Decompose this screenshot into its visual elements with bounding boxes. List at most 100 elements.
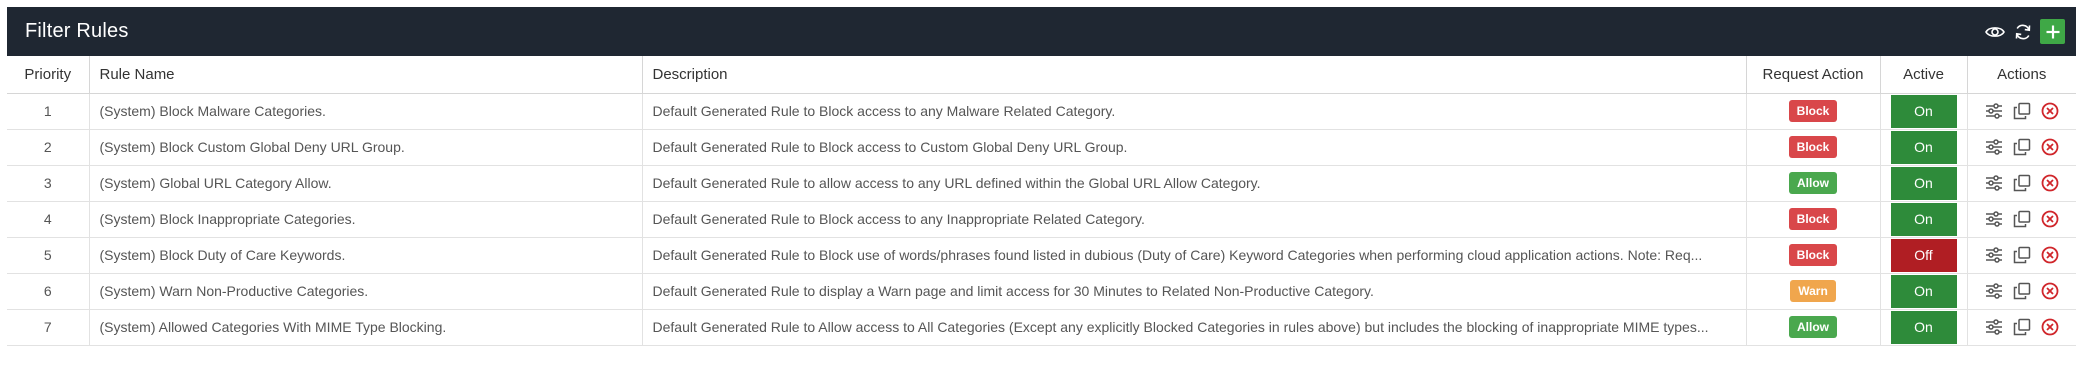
active-toggle[interactable]: On	[1890, 274, 1957, 308]
rule-description: Default Generated Rule to Block access t…	[642, 129, 1747, 166]
rule-description: Default Generated Rule to display a Warn…	[642, 273, 1747, 310]
table-row[interactable]: 7 (System) Allowed Categories With MIME …	[7, 309, 2076, 346]
table-row[interactable]: 3 (System) Global URL Category Allow. De…	[7, 165, 2076, 202]
rule-priority: 2	[7, 129, 90, 166]
table-row[interactable]: 2 (System) Block Custom Global Deny URL …	[7, 129, 2076, 166]
rule-priority: 1	[7, 93, 90, 130]
header-tools	[1984, 19, 2065, 44]
refresh-icon[interactable]	[2012, 21, 2034, 43]
copy-icon[interactable]	[2011, 316, 2033, 338]
active-toggle[interactable]: On	[1890, 130, 1957, 164]
rule-priority: 7	[7, 309, 90, 346]
request-action-badge: Block	[1788, 244, 1838, 266]
rule-name[interactable]: (System) Block Duty of Care Keywords.	[89, 237, 643, 274]
active-toggle[interactable]: On	[1890, 166, 1957, 200]
request-action-cell: Allow	[1746, 309, 1881, 346]
column-header-priority[interactable]: Priority	[7, 56, 90, 94]
rule-name[interactable]: (System) Warn Non-Productive Categories.	[89, 273, 643, 310]
active-toggle[interactable]: On	[1890, 94, 1957, 128]
delete-icon[interactable]	[2039, 100, 2061, 122]
active-toggle[interactable]: Off	[1890, 238, 1957, 272]
rule-description: Default Generated Rule to Allow access t…	[642, 309, 1747, 346]
column-header-description[interactable]: Description	[642, 56, 1747, 94]
rule-description: Default Generated Rule to allow access t…	[642, 165, 1747, 202]
request-action-badge: Allow	[1789, 316, 1837, 338]
copy-icon[interactable]	[2011, 172, 2033, 194]
sliders-icon[interactable]	[1983, 136, 2005, 158]
row-actions	[1967, 165, 2076, 202]
eye-icon[interactable]	[1984, 21, 2006, 43]
plus-icon	[2046, 25, 2059, 38]
column-header-active[interactable]: Active	[1880, 56, 1968, 94]
request-action-badge: Allow	[1789, 172, 1837, 194]
row-actions	[1967, 93, 2076, 130]
delete-icon[interactable]	[2039, 136, 2061, 158]
request-action-cell: Block	[1746, 201, 1881, 238]
request-action-cell: Block	[1746, 237, 1881, 274]
panel-title: Filter Rules	[25, 20, 129, 42]
delete-icon[interactable]	[2039, 244, 2061, 266]
active-cell: Off	[1880, 237, 1968, 274]
copy-icon[interactable]	[2011, 136, 2033, 158]
rules-table: Priority Rule Name Description Request A…	[7, 56, 2076, 346]
row-actions	[1967, 201, 2076, 238]
active-toggle[interactable]: On	[1890, 310, 1957, 344]
rule-name[interactable]: (System) Allowed Categories With MIME Ty…	[89, 309, 643, 346]
rule-name[interactable]: (System) Block Inappropriate Categories.	[89, 201, 643, 238]
rule-name[interactable]: (System) Block Custom Global Deny URL Gr…	[89, 129, 643, 166]
active-toggle[interactable]: On	[1890, 202, 1957, 236]
row-actions	[1967, 309, 2076, 346]
sliders-icon[interactable]	[1983, 244, 2005, 266]
column-header-actions: Actions	[1967, 56, 2076, 94]
active-cell: On	[1880, 309, 1968, 346]
copy-icon[interactable]	[2011, 280, 2033, 302]
request-action-cell: Warn	[1746, 273, 1881, 310]
delete-icon[interactable]	[2039, 208, 2061, 230]
rule-priority: 6	[7, 273, 90, 310]
rule-priority: 3	[7, 165, 90, 202]
rule-priority: 5	[7, 237, 90, 274]
delete-icon[interactable]	[2039, 280, 2061, 302]
copy-icon[interactable]	[2011, 244, 2033, 266]
table-row[interactable]: 5 (System) Block Duty of Care Keywords. …	[7, 237, 2076, 274]
table-row[interactable]: 1 (System) Block Malware Categories. Def…	[7, 93, 2076, 130]
add-rule-button[interactable]	[2040, 19, 2065, 44]
sliders-icon[interactable]	[1983, 280, 2005, 302]
delete-icon[interactable]	[2039, 172, 2061, 194]
request-action-badge: Warn	[1790, 280, 1836, 302]
panel-header: Filter Rules	[7, 7, 2076, 56]
rule-priority: 4	[7, 201, 90, 238]
request-action-badge: Block	[1788, 100, 1838, 122]
active-cell: On	[1880, 165, 1968, 202]
request-action-badge: Block	[1788, 208, 1838, 230]
sliders-icon[interactable]	[1983, 208, 2005, 230]
rule-name[interactable]: (System) Block Malware Categories.	[89, 93, 643, 130]
request-action-cell: Allow	[1746, 165, 1881, 202]
column-header-rule-name[interactable]: Rule Name	[89, 56, 643, 94]
request-action-cell: Block	[1746, 129, 1881, 166]
rule-description: Default Generated Rule to Block access t…	[642, 93, 1747, 130]
rule-name[interactable]: (System) Global URL Category Allow.	[89, 165, 643, 202]
column-header-request-action[interactable]: Request Action	[1746, 56, 1881, 94]
copy-icon[interactable]	[2011, 208, 2033, 230]
sliders-icon[interactable]	[1983, 316, 2005, 338]
sliders-icon[interactable]	[1983, 100, 2005, 122]
row-actions	[1967, 237, 2076, 274]
active-cell: On	[1880, 273, 1968, 310]
delete-icon[interactable]	[2039, 316, 2061, 338]
request-action-cell: Block	[1746, 93, 1881, 130]
row-actions	[1967, 273, 2076, 310]
request-action-badge: Block	[1788, 136, 1838, 158]
rule-description: Default Generated Rule to Block use of w…	[642, 237, 1747, 274]
copy-icon[interactable]	[2011, 100, 2033, 122]
row-actions	[1967, 129, 2076, 166]
filter-rules-panel: Filter Rules Priority Rule Name Descript…	[7, 7, 2076, 346]
active-cell: On	[1880, 201, 1968, 238]
active-cell: On	[1880, 93, 1968, 130]
active-cell: On	[1880, 129, 1968, 166]
table-row[interactable]: 6 (System) Warn Non-Productive Categorie…	[7, 273, 2076, 310]
table-header-row: Priority Rule Name Description Request A…	[7, 56, 2076, 94]
sliders-icon[interactable]	[1983, 172, 2005, 194]
rule-description: Default Generated Rule to Block access t…	[642, 201, 1747, 238]
table-row[interactable]: 4 (System) Block Inappropriate Categorie…	[7, 201, 2076, 238]
